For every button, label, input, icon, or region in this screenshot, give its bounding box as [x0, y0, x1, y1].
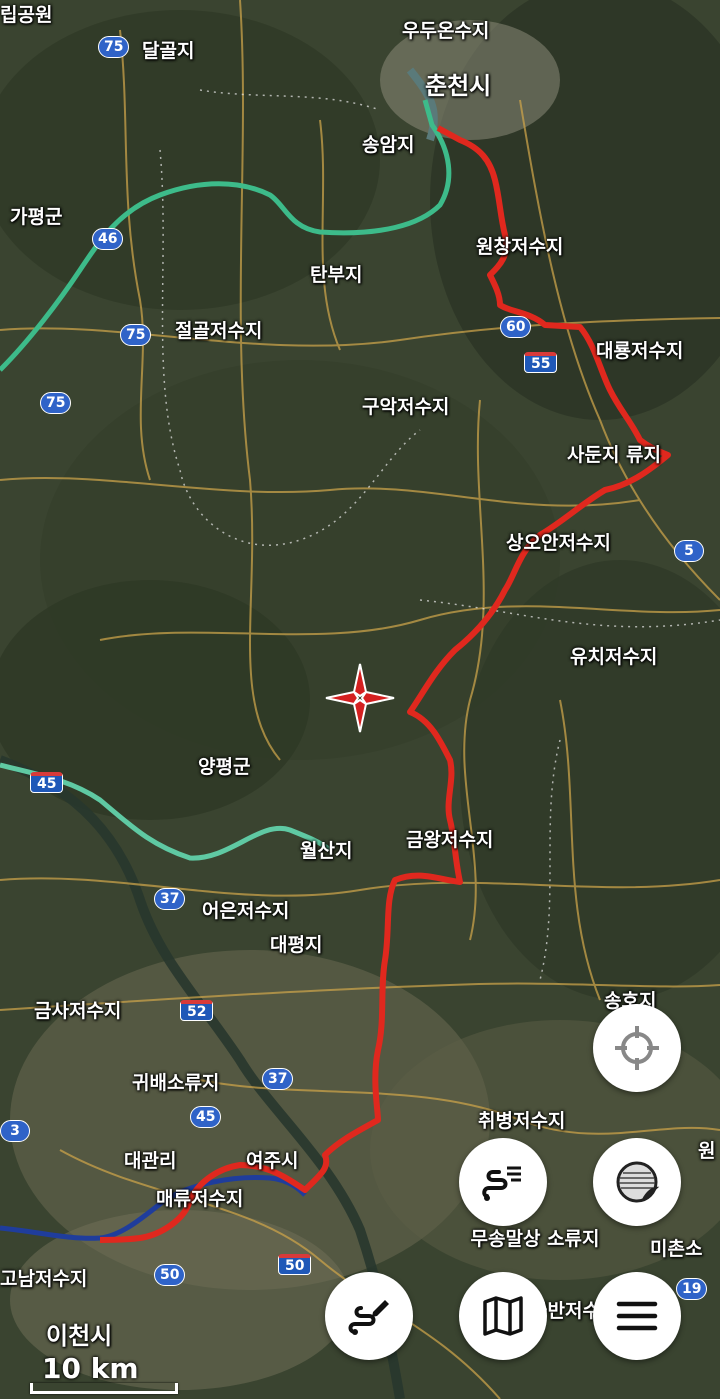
place-label-geumwang: 금왕저수지 — [406, 829, 494, 851]
map-select-button[interactable] — [459, 1272, 547, 1360]
place-label-dalgol: 달골지 — [142, 40, 195, 62]
place-label-daegwanri: 대관리 — [124, 1150, 177, 1172]
place-label-maeryu: 매류저수지 — [156, 1188, 244, 1210]
crosshair-locate-icon — [615, 1026, 659, 1070]
road-shield-19: 19 — [676, 1278, 708, 1300]
place-label-won: 원 — [698, 1140, 716, 1162]
place-label-gapyeong: 가평군 — [10, 206, 63, 228]
hamburger-menu-icon — [616, 1301, 658, 1331]
place-label-songam: 송암지 — [362, 134, 415, 156]
track-list-button[interactable] — [459, 1138, 547, 1226]
draw-route-button[interactable] — [325, 1272, 413, 1360]
place-label-yeoju: 여주시 — [246, 1150, 299, 1172]
place-label-jeolgol: 절골저수지 — [175, 320, 263, 342]
road-shield-75: 75 — [98, 36, 130, 58]
folded-map-icon — [483, 1296, 523, 1336]
place-label-yuchi: 유치저수지 — [570, 646, 658, 668]
place-label-gwibae: 귀배소류지 — [132, 1072, 220, 1094]
draw-route-icon — [348, 1300, 389, 1335]
place-label-michon: 미촌소 — [650, 1238, 703, 1260]
place-label-wonchang: 원창저수지 — [476, 236, 564, 258]
place-label-icheon: 이천시 — [46, 1322, 113, 1350]
road-shield-37: 37 — [262, 1068, 294, 1090]
scale-label: 10 km — [42, 1352, 139, 1385]
menu-button[interactable] — [593, 1272, 681, 1360]
road-shield-75: 75 — [120, 324, 152, 346]
place-label-chuncheon: 춘천시 — [425, 72, 492, 100]
place-label-museong: 무송말상 소류지 — [470, 1228, 600, 1250]
road-shield-52: 52 — [180, 1000, 214, 1021]
place-label-daeryong: 대룡저수지 — [596, 340, 684, 362]
place-label-park: 립공원 — [0, 4, 53, 26]
road-shield-50: 50 — [154, 1264, 186, 1286]
place-label-chwibyeong: 취병저수지 — [478, 1110, 566, 1132]
place-label-gonam: 고남저수지 — [0, 1268, 88, 1290]
page-curl-layers-icon — [616, 1161, 660, 1203]
locate-button[interactable] — [593, 1004, 681, 1092]
place-label-eoeun: 어은저수지 — [202, 900, 290, 922]
place-label-wolsan: 월산지 — [300, 840, 353, 862]
road-shield-45: 45 — [30, 772, 64, 793]
road-shield-3: 3 — [0, 1120, 30, 1142]
place-label-guak: 구악저수지 — [362, 396, 450, 418]
place-label-geumsa: 금사저수지 — [34, 1000, 122, 1022]
road-shield-55: 55 — [524, 352, 558, 373]
place-label-yangpyeong: 양평군 — [198, 756, 251, 778]
scale-bar — [30, 1383, 178, 1394]
place-label-sangoan: 상오안저수지 — [506, 532, 611, 554]
road-shield-75: 75 — [40, 392, 72, 414]
road-shield-50: 50 — [278, 1254, 312, 1275]
place-label-daepyeong: 대평지 — [270, 934, 323, 956]
road-shield-37: 37 — [154, 888, 186, 910]
route-list-icon — [482, 1166, 521, 1201]
place-label-udu: 우두온수지 — [402, 20, 490, 42]
road-shield-45: 45 — [190, 1106, 222, 1128]
place-label-sadun: 사둔지 류지 — [567, 444, 662, 466]
road-shield-5: 5 — [674, 540, 704, 562]
place-label-tanbu: 탄부지 — [310, 264, 363, 286]
road-shield-46: 46 — [92, 228, 124, 250]
road-shield-60: 60 — [500, 316, 532, 338]
map-layers-button[interactable] — [593, 1138, 681, 1226]
